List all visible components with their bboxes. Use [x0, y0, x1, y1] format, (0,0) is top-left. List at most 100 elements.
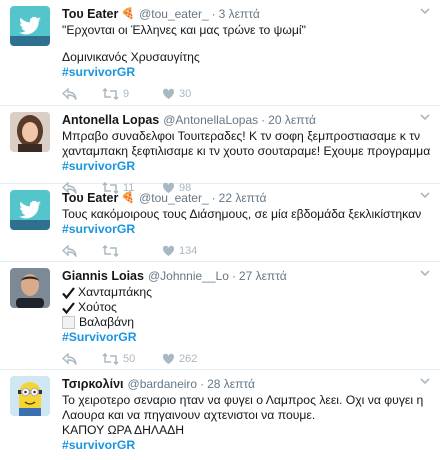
heart-icon	[162, 88, 175, 99]
tweet-line-text: Μπραβο συναδελφοι Τουιτεραδες! Κ τν σοφη…	[62, 129, 431, 158]
tweet-line: Μπραβο συναδελφοι Τουιτεραδες! Κ τν σοφη…	[62, 129, 432, 174]
checklist-item: Χούτος	[62, 300, 432, 315]
retweet-count: 9	[123, 88, 130, 100]
retweet-button[interactable]: 50	[102, 353, 162, 365]
chevron-down-icon[interactable]	[420, 191, 430, 199]
avatar[interactable]	[10, 376, 50, 416]
like-count: 262	[179, 353, 198, 365]
tweet-text: Χανταμπάκης Χούτος Βαλαβάνη #SurvivorGR	[62, 285, 432, 345]
separator-dot: ·	[211, 191, 216, 205]
username[interactable]: @AntonellaLopas	[163, 112, 258, 128]
reply-icon	[62, 87, 77, 100]
hashtag-link[interactable]: #SurvivorGR	[62, 330, 432, 345]
chevron-down-icon[interactable]	[420, 269, 430, 277]
hashtag-link[interactable]: #survivorGR	[62, 438, 432, 453]
avatar[interactable]	[10, 268, 50, 308]
username[interactable]: @Johnnie__Lo	[148, 268, 229, 284]
checklist-label: Βαλαβάνη	[79, 315, 135, 329]
checklist-item: Χανταμπάκης	[62, 285, 432, 300]
tweet-actions: 134	[62, 243, 432, 259]
checklist-label: Χούτος	[78, 300, 117, 314]
twitter-bird-avatar-icon	[10, 190, 50, 230]
checklist-label: Χανταμπάκης	[78, 285, 153, 299]
tweet-header: Του Eater 🍕 @tou_eater_ · 22 λεπτά	[62, 190, 432, 206]
man-photo-avatar	[10, 268, 50, 308]
tweet-1[interactable]: Του Eater 🍕 @tou_eater_ · 3 λεπτά "Ερχον…	[0, 0, 440, 106]
chevron-down-icon[interactable]	[420, 113, 430, 121]
tweet-line: "Ερχονται οι Έλληνες και μας τρώνε το ψω…	[62, 23, 306, 37]
tweet-text: "Ερχονται οι Έλληνες και μας τρώνε το ψω…	[62, 23, 432, 80]
separator-dot: ·	[231, 269, 236, 283]
twitter-bird-avatar-icon	[10, 6, 50, 46]
avatar[interactable]	[10, 190, 50, 230]
chevron-down-icon[interactable]	[420, 7, 430, 15]
avatar[interactable]	[10, 112, 50, 152]
retweet-icon	[102, 353, 119, 365]
separator-dot: ·	[261, 113, 266, 127]
reply-icon	[62, 352, 77, 365]
separator-dot: ·	[200, 377, 205, 391]
pizza-emoji: 🍕	[121, 8, 136, 20]
username[interactable]: @tou_eater_	[139, 6, 209, 22]
tweet-line: Δομινικανός Χρυσαυγίτης	[62, 50, 200, 64]
heart-icon	[162, 245, 175, 256]
retweet-button[interactable]: 9	[102, 88, 162, 100]
timestamp[interactable]: 22 λεπτά	[219, 190, 267, 206]
check-mark-icon	[62, 286, 75, 299]
tweet-header: Giannis Loias @Johnnie__Lo · 27 λεπτά	[62, 268, 432, 284]
heart-icon	[162, 353, 175, 364]
tweet-header: Antonella Lopas @AntonellaLopas · 20 λεπ…	[62, 112, 432, 128]
reply-icon	[62, 244, 77, 257]
timestamp[interactable]: 3 λεπτά	[219, 6, 260, 22]
tweet-4[interactable]: Giannis Loias @Johnnie__Lo · 27 λεπτά Χα…	[0, 262, 440, 370]
tweet-feed: Του Eater 🍕 @tou_eater_ · 3 λεπτά "Ερχον…	[0, 0, 440, 460]
like-button[interactable]: 262	[162, 353, 222, 365]
retweet-icon	[102, 88, 119, 100]
hashtag-link[interactable]: #survivorGR	[62, 222, 432, 237]
tweet-header: Του Eater 🍕 @tou_eater_ · 3 λεπτά	[62, 6, 432, 22]
retweet-icon	[102, 245, 119, 257]
reply-button[interactable]	[62, 244, 102, 258]
timestamp[interactable]: 27 λεπτά	[239, 268, 287, 284]
tweet-text: Μπραβο συναδελφοι Τουιτεραδες! Κ τν σοφη…	[62, 129, 432, 174]
tweet-header: Τσιρκολίνι @bardaneiro · 28 λεπτά	[62, 376, 432, 392]
tweet-5[interactable]: Τσιρκολίνι @bardaneiro · 28 λεπτά Το χει…	[0, 370, 440, 460]
separator-dot: ·	[211, 7, 216, 21]
tweet-line: Το χειροτερο σεναριο ηταν να φυγει ο Λαμ…	[62, 393, 424, 422]
retweet-button[interactable]	[102, 245, 162, 257]
display-name[interactable]: Τσιρκολίνι	[62, 376, 124, 392]
username[interactable]: @bardaneiro	[128, 376, 198, 392]
tweet-line: ΚΑΠΟΥ ΩΡΑ ΔΗΛΑΔΗ	[62, 423, 185, 437]
tweet-actions: 9 30	[62, 86, 432, 102]
checklist-item: Βαλαβάνη	[62, 315, 432, 330]
tweet-actions: 50 262	[62, 351, 432, 367]
hashtag-link[interactable]: #survivorGR	[62, 65, 432, 80]
tweet-text: Το χειροτερο σεναριο ηταν να φυγει ο Λαμ…	[62, 393, 432, 453]
like-count: 134	[179, 245, 198, 257]
reply-button[interactable]	[62, 352, 102, 366]
tweet-3[interactable]: Του Eater 🍕 @tou_eater_ · 22 λεπτά Τους …	[0, 184, 440, 262]
retweet-count: 50	[123, 353, 136, 365]
display-name[interactable]: Του Eater	[62, 190, 118, 206]
tweet-2[interactable]: Antonella Lopas @AntonellaLopas · 20 λεπ…	[0, 106, 440, 194]
timestamp[interactable]: 20 λεπτά	[268, 112, 316, 128]
like-count: 30	[179, 88, 192, 100]
username[interactable]: @tou_eater_	[139, 190, 209, 206]
chevron-down-icon[interactable]	[420, 377, 430, 385]
display-name[interactable]: Antonella Lopas	[62, 112, 159, 128]
display-name[interactable]: Του Eater	[62, 6, 118, 22]
tweet-text: Τους κακόμοιρους τους Διάσημους, σε μία …	[62, 207, 432, 237]
minion-avatar	[10, 376, 50, 416]
empty-box-icon	[62, 316, 75, 329]
pizza-emoji: 🍕	[121, 192, 136, 204]
timestamp[interactable]: 28 λεπτά	[207, 376, 255, 392]
reply-button[interactable]	[62, 87, 102, 101]
like-button[interactable]: 134	[162, 245, 222, 257]
tweet-line: Τους κακόμοιρους τους Διάσημους, σε μία …	[62, 207, 422, 221]
woman-photo-avatar	[10, 112, 50, 152]
hashtag-link[interactable]: #survivorGR	[62, 159, 135, 173]
avatar[interactable]	[10, 6, 50, 46]
display-name[interactable]: Giannis Loias	[62, 268, 144, 284]
like-button[interactable]: 30	[162, 88, 222, 100]
check-mark-icon	[62, 301, 75, 314]
